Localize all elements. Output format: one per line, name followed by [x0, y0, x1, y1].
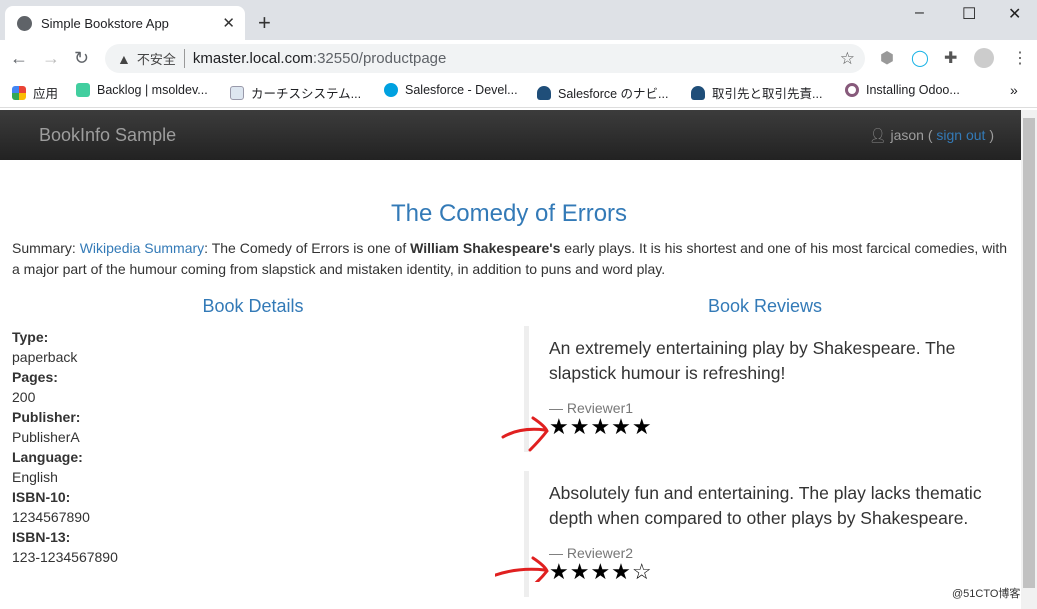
apps-grid-icon [12, 85, 26, 100]
bookmark-label: Salesforce のナビ... [558, 87, 669, 101]
detail-label: Type: [12, 329, 49, 345]
page-title: The Comedy of Errors [390, 200, 628, 227]
detail-label: ISBN-13: [12, 529, 71, 545]
bookmark-salesforce-nav[interactable]: Salesforce のナビ... [537, 83, 668, 102]
bookmark-label: Backlog | msoldev... [97, 83, 208, 97]
trailhead-icon [691, 85, 705, 100]
star-rating: ★★★★★ [549, 414, 653, 439]
app-navbar: BookInfo Sample 👤︎ jason ( sign out ) [0, 110, 1021, 160]
wikipedia-link[interactable]: Wikipedia Summary [80, 240, 204, 256]
annotation-arrows [495, 416, 549, 582]
scrollbar-thumb[interactable] [1023, 118, 1035, 588]
trailhead-icon [537, 85, 551, 100]
bookmark-torihiki[interactable]: 取引先と取引先責... [691, 83, 822, 102]
review-card: Absolutely fun and entertaining. The pla… [524, 471, 1004, 597]
detail-value: 200 [12, 389, 36, 405]
user-menu: 👤︎ jason ( sign out ) [869, 127, 994, 144]
detail-value: 123-1234567890 [12, 549, 118, 565]
backlog-icon [76, 83, 90, 97]
tab-strip: Simple Bookstore App ✕ + – ☐ ✕ [0, 0, 1037, 40]
summary-text: : The Comedy of Errors is one of [204, 240, 411, 256]
detail-value: PublisherA [12, 429, 80, 445]
bookmarks-bar: 应用 Backlog | msoldev... カーチスシステム... Sale… [0, 76, 1037, 108]
url-path: :32550/productpage [312, 50, 447, 67]
bookmark-label: カーチスシステム... [251, 87, 362, 101]
maximize-icon[interactable]: ☐ [962, 4, 976, 24]
odoo-icon [845, 83, 859, 97]
user-icon: 👤︎ [868, 127, 887, 143]
security-label: 不安全 [137, 49, 185, 68]
bookmark-odoo[interactable]: Installing Odoo... [845, 83, 960, 97]
bookmark-apps[interactable]: 应用 [12, 83, 58, 102]
close-tab-icon[interactable]: ✕ [222, 14, 235, 32]
paren: ( [923, 127, 937, 143]
username: jason [890, 127, 924, 143]
extension-ring-icon[interactable]: ◯ [911, 48, 929, 68]
extension-hex-icon[interactable]: ⬢ [880, 48, 894, 68]
salesforce-cloud-icon [384, 83, 398, 97]
reload-icon[interactable]: ↻ [74, 48, 89, 69]
warning-icon: ▲ [117, 50, 131, 67]
red-arrow-icon [501, 416, 549, 452]
bookmark-label: Salesforce - Devel... [405, 83, 518, 97]
puzzle-icon[interactable]: ✚ [944, 48, 957, 68]
browser-tab[interactable]: Simple Bookstore App ✕ [5, 6, 245, 40]
document-icon [230, 85, 244, 100]
tab-title: Simple Bookstore App [41, 15, 169, 31]
url-host: kmaster.local.com [192, 50, 313, 67]
review-text: An extremely entertaining play by Shakes… [549, 338, 956, 383]
bookmark-label: 应用 [33, 87, 59, 101]
address-bar[interactable]: ▲ 不安全 kmaster.local.com:32550/productpag… [105, 44, 865, 73]
watermark: @51CTO博客 [952, 588, 1021, 600]
book-reviews-heading: Book Reviews [707, 296, 823, 316]
summary: Summary: Wikipedia Summary: The Comedy o… [12, 238, 1012, 280]
summary-label: Summary: [12, 240, 80, 256]
bookmark-label: Installing Odoo... [866, 83, 960, 97]
detail-label: Language: [12, 449, 83, 465]
close-window-icon[interactable]: ✕ [1008, 4, 1021, 24]
back-icon[interactable]: ← [10, 48, 28, 69]
bookmark-curtis[interactable]: カーチスシステム... [230, 83, 361, 102]
sign-out-link[interactable]: sign out [936, 127, 985, 143]
review-card: An extremely entertaining play by Shakes… [524, 326, 1004, 452]
menu-icon[interactable]: ⋮ [1012, 48, 1028, 68]
detail-label: Publisher: [12, 409, 81, 425]
book-details-heading: Book Details [202, 296, 304, 316]
detail-value: English [12, 469, 58, 485]
paren: ) [985, 127, 994, 143]
minimize-icon[interactable]: – [915, 4, 924, 22]
profile-avatar-icon[interactable] [974, 48, 994, 68]
detail-value: paperback [12, 349, 78, 365]
bookmark-salesforce-dev[interactable]: Salesforce - Devel... [384, 83, 518, 97]
bookmark-backlog[interactable]: Backlog | msoldev... [76, 83, 208, 97]
detail-label: ISBN-10: [12, 489, 71, 505]
bookmark-star-icon[interactable]: ☆ [840, 49, 855, 69]
detail-label: Pages: [12, 369, 58, 385]
review-text: Absolutely fun and entertaining. The pla… [549, 483, 982, 528]
brand[interactable]: BookInfo Sample [39, 125, 176, 146]
globe-icon [17, 15, 32, 31]
more-bookmarks-icon[interactable]: » [1010, 82, 1018, 98]
detail-value: 1234567890 [12, 509, 90, 525]
red-arrow-icon [495, 556, 549, 582]
star-rating: ★★★★☆ [549, 559, 653, 584]
book-details: Type: paperback Pages: 200 Publisher: Publi… [12, 327, 118, 567]
bookmark-label: 取引先と取引先責... [712, 87, 823, 101]
summary-author: William Shakespeare's [410, 240, 561, 256]
browser-toolbar: ← → ↻ ▲ 不安全 kmaster.local.com:32550/prod… [0, 40, 1037, 76]
forward-icon[interactable]: → [42, 48, 60, 69]
new-tab-icon[interactable]: + [258, 10, 271, 36]
